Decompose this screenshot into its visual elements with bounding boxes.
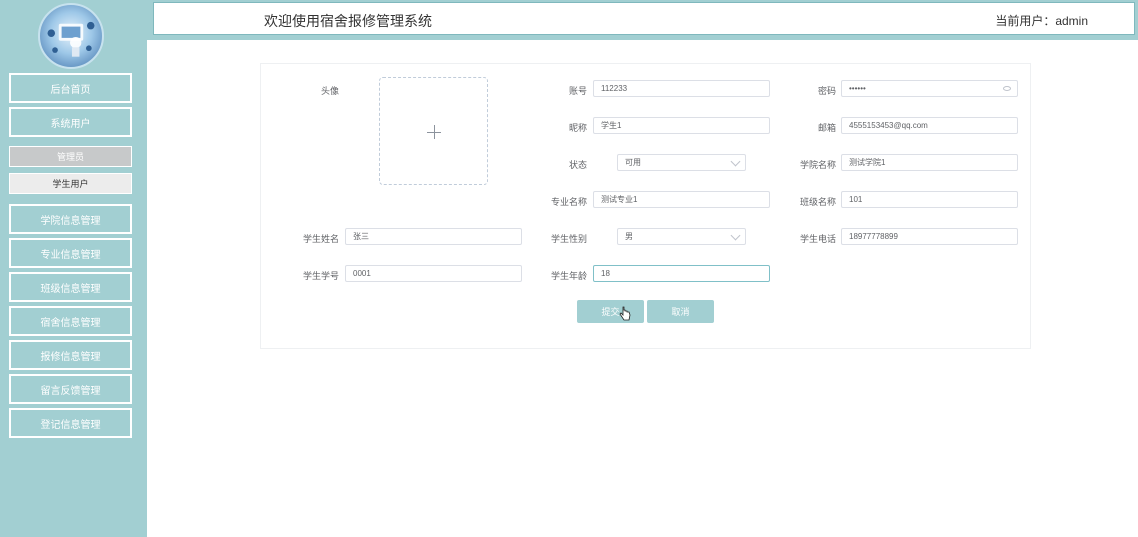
sidebar-item-label: 登记信息管理 bbox=[40, 419, 101, 431]
sidebar-item-label: 学院信息管理 bbox=[40, 215, 101, 227]
sidebar-subitem-admin[interactable]: 管理员 bbox=[9, 146, 132, 167]
student-no-input[interactable]: 0001 bbox=[345, 265, 522, 282]
nickname-label: 昵称 bbox=[568, 123, 587, 133]
sidebar-item-register[interactable]: 登记信息管理 bbox=[9, 408, 132, 438]
sidebar-item-label: 后台首页 bbox=[50, 84, 91, 96]
gender-label: 学生性别 bbox=[550, 234, 587, 244]
class-value: 101 bbox=[849, 195, 863, 204]
plus-icon-bar bbox=[427, 132, 441, 133]
eye-icon[interactable] bbox=[1003, 86, 1011, 91]
phone-label: 学生电话 bbox=[799, 234, 836, 244]
sidebar-item-class[interactable]: 班级信息管理 bbox=[9, 272, 132, 302]
sidebar-item-college[interactable]: 学院信息管理 bbox=[9, 204, 132, 234]
avatar bbox=[38, 3, 104, 69]
password-label: 密码 bbox=[817, 86, 836, 96]
sidebar-item-major[interactable]: 专业信息管理 bbox=[9, 238, 132, 268]
robot-avatar-icon bbox=[47, 21, 95, 57]
gender-select[interactable]: 男 bbox=[617, 228, 746, 245]
student-no-value: 0001 bbox=[353, 269, 371, 278]
sidebar-item-system-users[interactable]: 系统用户 bbox=[9, 107, 132, 137]
sidebar-item-label: 管理员 bbox=[56, 152, 84, 162]
account-value: 112233 bbox=[601, 84, 628, 93]
nickname-input[interactable]: 学生1 bbox=[593, 117, 770, 134]
account-input[interactable]: 112233 bbox=[593, 80, 770, 97]
student-no-label: 学生学号 bbox=[302, 271, 339, 281]
sidebar-item-label: 学生用户 bbox=[52, 179, 89, 189]
status-label: 状态 bbox=[568, 160, 587, 170]
sidebar-item-label: 班级信息管理 bbox=[40, 283, 101, 295]
major-value: 测试专业1 bbox=[601, 195, 638, 204]
sidebar-item-feedback[interactable]: 留言反馈管理 bbox=[9, 374, 132, 404]
age-input[interactable]: 18 bbox=[593, 265, 770, 282]
chevron-down-icon bbox=[730, 156, 741, 167]
college-label: 学院名称 bbox=[799, 160, 836, 170]
sidebar: 后台首页 系统用户 管理员 学生用户 学院信息管理 专业信息管理 班级信息管理 … bbox=[0, 0, 147, 537]
submit-button-label: 提交 bbox=[601, 307, 620, 317]
phone-input[interactable]: 18977778899 bbox=[841, 228, 1018, 245]
sidebar-item-label: 专业信息管理 bbox=[40, 249, 101, 261]
email-label: 邮箱 bbox=[817, 123, 836, 133]
page-title: 欢迎使用宿舍报修管理系统 bbox=[264, 13, 432, 29]
sidebar-item-repair[interactable]: 报修信息管理 bbox=[9, 340, 132, 370]
header: 欢迎使用宿舍报修管理系统 当前用户：admin bbox=[147, 0, 1138, 40]
student-name-input[interactable]: 张三 bbox=[345, 228, 522, 245]
cancel-button[interactable]: 取消 bbox=[647, 300, 714, 323]
sidebar-subitem-student-users[interactable]: 学生用户 bbox=[9, 173, 132, 194]
header-bar: 欢迎使用宿舍报修管理系统 当前用户：admin bbox=[153, 2, 1135, 35]
nickname-value: 学生1 bbox=[601, 121, 622, 130]
status-select[interactable]: 可用 bbox=[617, 154, 746, 171]
class-label: 班级名称 bbox=[799, 197, 836, 207]
sidebar-item-label: 系统用户 bbox=[50, 118, 91, 130]
email-input[interactable]: 4555153453@qq.com bbox=[841, 117, 1018, 134]
sidebar-item-home[interactable]: 后台首页 bbox=[9, 73, 132, 103]
student-name-label: 学生姓名 bbox=[302, 234, 339, 244]
age-value: 18 bbox=[601, 269, 610, 278]
sidebar-item-label: 留言反馈管理 bbox=[40, 385, 101, 397]
age-label: 学生年龄 bbox=[550, 271, 587, 281]
avatar-label: 头像 bbox=[320, 86, 339, 96]
student-edit-form: 头像 账号 112233 密码 •••••• 昵称 学生1 邮箱 4555153… bbox=[260, 63, 1031, 349]
account-label: 账号 bbox=[568, 86, 587, 96]
sidebar-item-dorm[interactable]: 宿舍信息管理 bbox=[9, 306, 132, 336]
hand-cursor-icon bbox=[619, 306, 631, 321]
phone-value: 18977778899 bbox=[849, 232, 898, 241]
cancel-button-label: 取消 bbox=[671, 307, 690, 317]
major-label: 专业名称 bbox=[550, 197, 587, 207]
major-input[interactable]: 测试专业1 bbox=[593, 191, 770, 208]
password-value: •••••• bbox=[849, 84, 866, 93]
email-value: 4555153453@qq.com bbox=[849, 121, 928, 130]
sidebar-item-label: 宿舍信息管理 bbox=[40, 317, 101, 329]
current-user-label: 当前用户：admin bbox=[995, 14, 1088, 28]
gender-value: 男 bbox=[625, 232, 633, 241]
chevron-down-icon bbox=[730, 230, 741, 241]
status-value: 可用 bbox=[625, 158, 641, 167]
submit-button[interactable]: 提交 bbox=[577, 300, 644, 323]
college-input[interactable]: 测试学院1 bbox=[841, 154, 1018, 171]
avatar-uploader[interactable] bbox=[379, 77, 488, 185]
college-value: 测试学院1 bbox=[849, 158, 886, 167]
class-input[interactable]: 101 bbox=[841, 191, 1018, 208]
sidebar-item-label: 报修信息管理 bbox=[40, 351, 101, 363]
student-name-value: 张三 bbox=[353, 232, 369, 241]
password-input[interactable]: •••••• bbox=[841, 80, 1018, 97]
